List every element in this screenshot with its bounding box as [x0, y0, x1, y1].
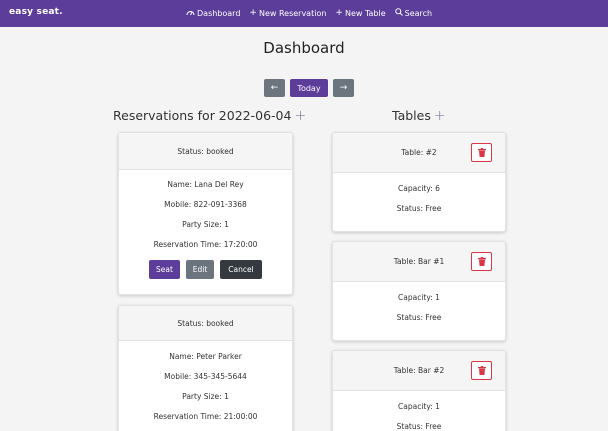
delete-table-button[interactable]	[471, 143, 492, 162]
reservation-details: Name: Peter Parker Mobile: 345-345-5644 …	[119, 341, 292, 427]
table-capacity: Capacity: 6	[398, 184, 440, 193]
reservation-details: Name: Lana Del Rey Mobile: 822-091-3368 …	[119, 170, 292, 279]
table-details: Capacity: 6 Status: Free	[333, 173, 505, 219]
reservation-card: Status: booked Name: Peter Parker Mobile…	[118, 305, 293, 431]
table-card-header: Table: #2	[333, 133, 505, 173]
search-icon	[394, 8, 403, 18]
tables-heading: Tables +	[392, 108, 446, 124]
nav-new-reservation-label: New Reservation	[258, 8, 327, 18]
nav-dashboard[interactable]: Dashboard	[186, 8, 240, 18]
nav-search-label: Search	[404, 8, 433, 18]
table-capacity: Capacity: 1	[398, 402, 440, 411]
reservation-actions: Seat Edit Cancel	[119, 260, 292, 279]
reservation-party-size: Party Size: 1	[182, 220, 229, 229]
reservations-heading: Reservations for 2022-06-04 +	[113, 108, 306, 124]
nav-dashboard-label: Dashboard	[197, 8, 241, 18]
table-name: Table: Bar #1	[393, 257, 445, 266]
reservations-heading-text: Reservations for 2022-06-04	[113, 108, 292, 123]
table-status: Status: Free	[396, 313, 442, 322]
plus-icon: +	[335, 8, 343, 18]
seat-button[interactable]: Seat	[149, 260, 180, 279]
reservation-name: Name: Peter Parker	[169, 352, 242, 361]
table-card-header: Table: Bar #2	[333, 351, 505, 391]
table-card-header: Table: Bar #1	[333, 242, 505, 282]
date-navigation: ← Today →	[264, 79, 354, 97]
table-details: Capacity: 1 Status: Free	[333, 282, 505, 328]
reservation-name: Name: Lana Del Rey	[167, 180, 244, 189]
brand-logo[interactable]: easy seat.	[9, 7, 63, 17]
trash-icon	[477, 257, 486, 266]
table-status: Status: Free	[396, 204, 442, 213]
table-card: Table: #2 Capacity: 6 Status: Free	[332, 132, 506, 232]
table-details: Capacity: 1 Status: Free	[333, 391, 505, 431]
reservation-mobile: Mobile: 345-345-5644	[164, 372, 247, 381]
table-name: Table: Bar #2	[393, 366, 445, 375]
navbar: easy seat. Dashboard + New Reservation +…	[0, 0, 608, 27]
reservation-time: Reservation Time: 17:20:00	[153, 240, 258, 249]
delete-table-button[interactable]	[471, 252, 492, 271]
dashboard-icon	[186, 9, 195, 18]
reservation-status: Status: booked	[119, 306, 292, 341]
page-title: Dashboard	[263, 39, 345, 57]
reservation-status: Status: booked	[119, 133, 292, 170]
today-button[interactable]: Today	[290, 79, 328, 97]
edit-button[interactable]: Edit	[186, 260, 214, 279]
plus-icon: +	[249, 8, 257, 18]
nav-new-table-label: New Table	[344, 8, 386, 18]
trash-icon	[477, 366, 486, 375]
nav-search[interactable]: Search	[394, 8, 433, 18]
next-day-button[interactable]: →	[333, 79, 354, 97]
nav-new-reservation[interactable]: + New Reservation	[249, 8, 326, 18]
reservation-party-size: Party Size: 1	[182, 392, 229, 401]
trash-icon	[477, 148, 486, 157]
add-reservation-icon[interactable]: +	[294, 108, 306, 124]
delete-table-button[interactable]	[471, 361, 492, 380]
table-capacity: Capacity: 1	[398, 293, 440, 302]
table-status: Status: Free	[396, 422, 442, 431]
cancel-button[interactable]: Cancel	[220, 260, 262, 279]
table-card: Table: Bar #1 Capacity: 1 Status: Free	[332, 241, 506, 341]
table-card: Table: Bar #2 Capacity: 1 Status: Free	[332, 350, 506, 431]
nav-links: Dashboard + New Reservation + New Table …	[186, 8, 432, 18]
tables-heading-text: Tables	[392, 108, 431, 123]
previous-day-button[interactable]: ←	[264, 79, 285, 97]
table-name: Table: #2	[401, 148, 437, 157]
reservation-mobile: Mobile: 822-091-3368	[164, 200, 247, 209]
nav-new-table[interactable]: + New Table	[335, 8, 385, 18]
reservation-card: Status: booked Name: Lana Del Rey Mobile…	[118, 132, 293, 295]
reservation-time: Reservation Time: 21:00:00	[153, 412, 258, 421]
add-table-icon[interactable]: +	[434, 108, 446, 124]
